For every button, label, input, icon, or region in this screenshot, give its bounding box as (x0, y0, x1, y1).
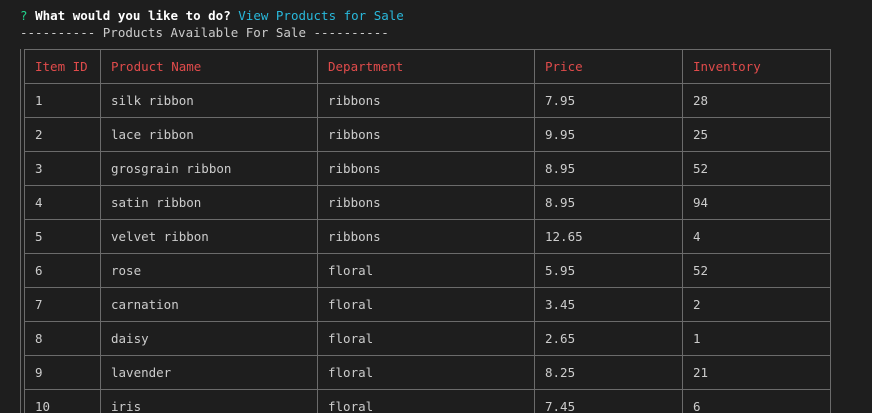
cell-item-id: 9 (24, 355, 101, 390)
cell-product-name: daisy (100, 321, 318, 356)
header-price: Price (534, 49, 683, 84)
cell-department: ribbons (317, 219, 535, 254)
cell-price: 8.25 (534, 355, 683, 390)
cell-price: 8.95 (534, 151, 683, 186)
products-banner: ---------- Products Available For Sale -… (20, 25, 389, 40)
header-department: Department (317, 49, 535, 84)
cell-department: floral (317, 389, 535, 413)
cell-department: ribbons (317, 83, 535, 118)
cell-inventory: 52 (682, 253, 831, 288)
cell-price: 12.65 (534, 219, 683, 254)
cell-price: 5.95 (534, 253, 683, 288)
cell-item-id: 2 (24, 117, 101, 152)
table-row: 5 velvet ribbon ribbons 12.65 4 (24, 219, 831, 254)
cell-department: floral (317, 287, 535, 322)
cell-item-id: 10 (24, 389, 101, 413)
cell-price: 7.45 (534, 389, 683, 413)
cell-item-id: 4 (24, 185, 101, 220)
cell-product-name: iris (100, 389, 318, 413)
cell-product-name: lavender (100, 355, 318, 390)
cell-product-name: satin ribbon (100, 185, 318, 220)
products-table: Item ID Product Name Department Price In… (24, 49, 831, 413)
cell-department: ribbons (317, 185, 535, 220)
table-row: 8 daisy floral 2.65 1 (24, 321, 831, 356)
header-item-id: Item ID (24, 49, 101, 84)
cell-item-id: 8 (24, 321, 101, 356)
cell-inventory: 52 (682, 151, 831, 186)
cell-price: 8.95 (534, 185, 683, 220)
prompt-line: ? What would you like to do? View Produc… (20, 7, 404, 24)
cell-inventory: 6 (682, 389, 831, 413)
cell-department: floral (317, 253, 535, 288)
cell-product-name: grosgrain ribbon (100, 151, 318, 186)
cell-product-name: silk ribbon (100, 83, 318, 118)
prompt-answer[interactable]: View Products for Sale (238, 8, 404, 23)
cell-product-name: velvet ribbon (100, 219, 318, 254)
cell-inventory: 2 (682, 287, 831, 322)
cell-price: 7.95 (534, 83, 683, 118)
cell-item-id: 3 (24, 151, 101, 186)
cell-product-name: carnation (100, 287, 318, 322)
cell-department: floral (317, 321, 535, 356)
cell-item-id: 1 (24, 83, 101, 118)
table-row: 7 carnation floral 3.45 2 (24, 287, 831, 322)
header-inventory: Inventory (682, 49, 831, 84)
cell-item-id: 6 (24, 253, 101, 288)
cell-inventory: 21 (682, 355, 831, 390)
table-row: 9 lavender floral 8.25 21 (24, 355, 831, 390)
table-body: 1 silk ribbon ribbons 7.95 28 2 lace ribbon rib… (24, 83, 831, 413)
cell-department: floral (317, 355, 535, 390)
cell-department: ribbons (317, 117, 535, 152)
cell-price: 2.65 (534, 321, 683, 356)
cell-inventory: 28 (682, 83, 831, 118)
cell-item-id: 7 (24, 287, 101, 322)
cell-price: 3.45 (534, 287, 683, 322)
cell-product-name: rose (100, 253, 318, 288)
cell-inventory: 1 (682, 321, 831, 356)
prompt-mark: ? (20, 8, 28, 23)
cell-department: ribbons (317, 151, 535, 186)
cell-item-id: 5 (24, 219, 101, 254)
table-header-row: Item ID Product Name Department Price In… (24, 49, 831, 84)
table-row: 6 rose floral 5.95 52 (24, 253, 831, 288)
cell-price: 9.95 (534, 117, 683, 152)
header-product-name: Product Name (100, 49, 318, 84)
cell-inventory: 94 (682, 185, 831, 220)
table-row: 3 grosgrain ribbon ribbons 8.95 52 (24, 151, 831, 186)
cell-inventory: 25 (682, 117, 831, 152)
table-row: 10 iris floral 7.45 6 (24, 389, 831, 413)
prompt-question: What would you like to do? (35, 8, 231, 23)
cell-product-name: lace ribbon (100, 117, 318, 152)
table-row: 4 satin ribbon ribbons 8.95 94 (24, 185, 831, 220)
cell-inventory: 4 (682, 219, 831, 254)
table-row: 2 lace ribbon ribbons 9.95 25 (24, 117, 831, 152)
table-row: 1 silk ribbon ribbons 7.95 28 (24, 83, 831, 118)
